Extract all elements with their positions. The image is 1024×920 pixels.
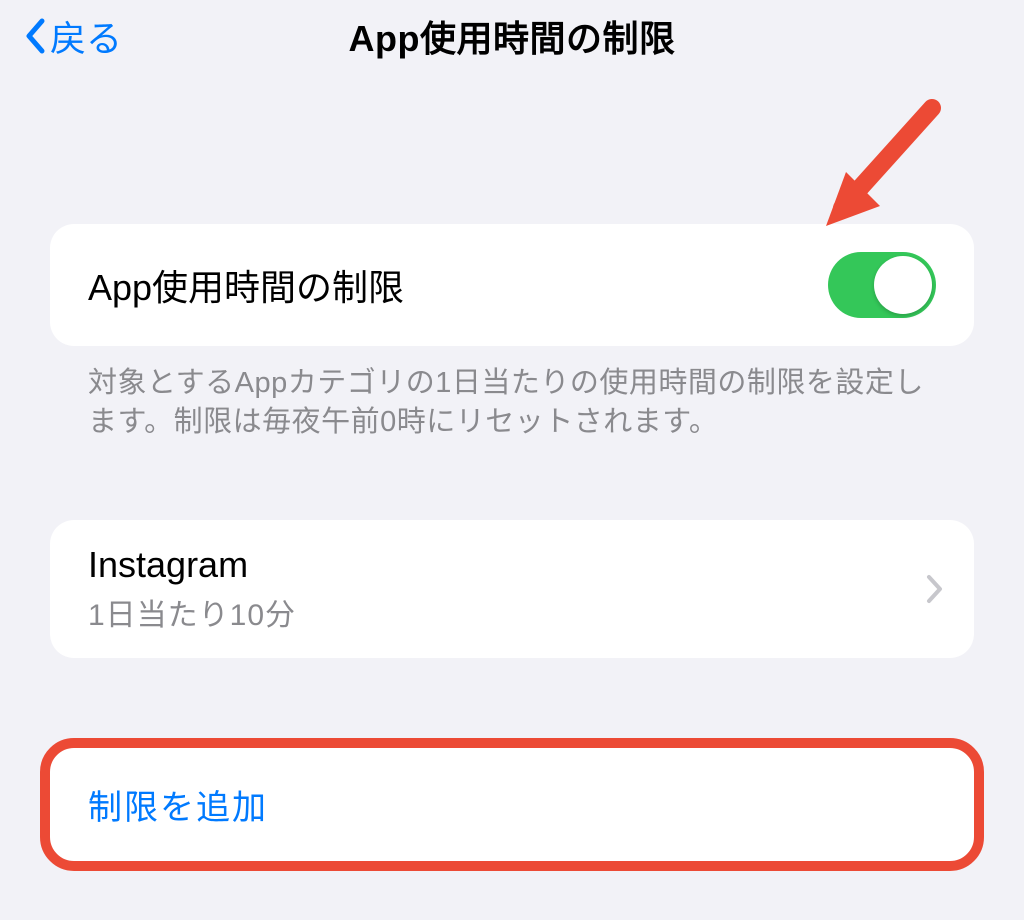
- limit-row-instagram[interactable]: Instagram 1日当たり10分: [50, 520, 974, 658]
- app-limit-toggle-row: App使用時間の制限: [50, 224, 974, 346]
- chevron-right-icon: [926, 574, 944, 604]
- navigation-header: 戻る App使用時間の制限: [0, 0, 1024, 72]
- toggle-knob: [874, 256, 932, 314]
- limit-detail: 1日当たり10分: [88, 590, 296, 634]
- page-title: App使用時間の制限: [349, 10, 676, 62]
- app-limit-toggle[interactable]: [828, 252, 936, 318]
- add-limit-label: 制限を追加: [88, 789, 268, 827]
- back-label: 戻る: [50, 10, 122, 62]
- toggle-label: App使用時間の制限: [88, 259, 404, 311]
- back-button[interactable]: 戻る: [24, 10, 122, 62]
- limits-card: Instagram 1日当たり10分: [50, 520, 974, 658]
- toggle-footer-text: 対象とするAppカテゴリの1日当たりの使用時間の制限を設定します。制限は毎夜午前…: [50, 346, 974, 442]
- limit-name: Instagram: [88, 544, 296, 586]
- add-limit-button[interactable]: 制限を追加: [50, 748, 974, 861]
- chevron-left-icon: [24, 18, 46, 54]
- toggle-card: App使用時間の制限: [50, 224, 974, 346]
- add-limit-wrap: 制限を追加: [50, 748, 974, 861]
- limit-row-text: Instagram 1日当たり10分: [88, 544, 296, 634]
